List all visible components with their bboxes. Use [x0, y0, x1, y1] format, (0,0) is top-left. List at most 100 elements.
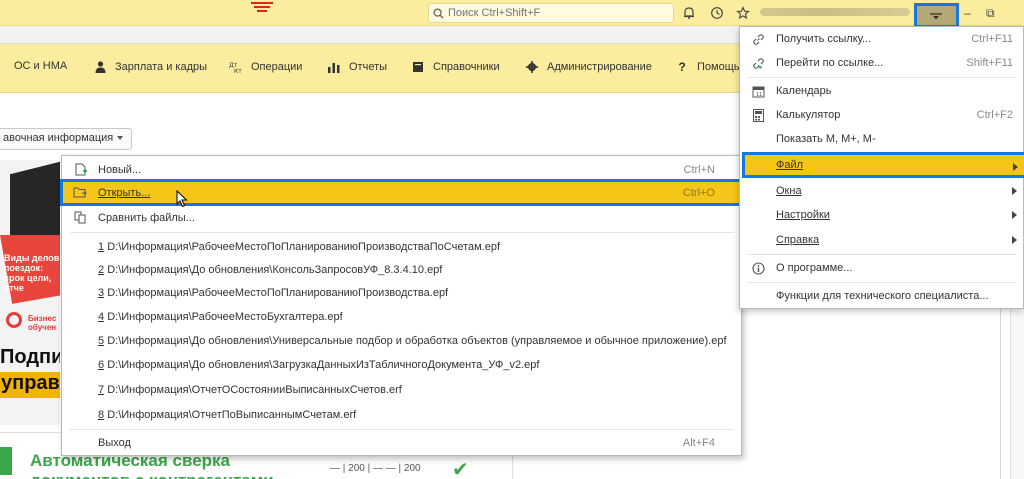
menu-item-calendar[interactable]: 11 Календарь [740, 79, 1023, 103]
promo-headline: Подпи [0, 346, 60, 372]
history-icon[interactable] [708, 4, 726, 22]
section-label: Отчеты [349, 61, 388, 73]
submenu-arrow-icon [1012, 187, 1017, 195]
recent-file-path: D:\Информация\ОтчетПоВыписаннымСчетам.er… [107, 408, 357, 421]
svg-text:11: 11 [756, 92, 762, 98]
menu-item-go-link[interactable]: Перейти по ссылке... Shift+F11 [740, 51, 1023, 75]
main-menu-panel: Получить ссылку... Ctrl+F11 Перейти по с… [739, 26, 1024, 309]
section-catalogs[interactable]: Справочники [411, 60, 500, 74]
menu-item-calculator[interactable]: Калькулятор Ctrl+F2 [740, 103, 1023, 127]
menu-item-tech-functions[interactable]: Функции для технического специалиста... [740, 284, 1023, 308]
restore-button[interactable]: ⧉ [986, 6, 995, 21]
recent-file-item[interactable]: 8 D:\Информация\ОтчетПоВыписаннымСчетам.… [62, 403, 741, 426]
promo-logo-text: Бизнес обучен [28, 314, 57, 332]
bell-icon[interactable] [680, 4, 698, 22]
app-logo-icon [250, 0, 274, 12]
file-submenu: Новый... Ctrl+N Открыть... Ctrl+O Сравни… [60, 155, 743, 456]
minimize-button[interactable]: – [964, 6, 971, 20]
recent-file-item[interactable]: 1 D:\Информация\РабочееМестоПоПланирован… [62, 235, 741, 258]
menu-item-new[interactable]: Новый... Ctrl+N [62, 158, 741, 181]
menu-item-label: Калькулятор [776, 109, 841, 121]
menu-separator [748, 282, 1016, 283]
section-label: Помощь [697, 61, 740, 73]
menu-separator [70, 429, 734, 430]
shortcut-label: Ctrl+F2 [976, 109, 1013, 121]
promo-logo-icon [6, 312, 22, 328]
recent-file-number: 7 [98, 383, 105, 396]
recent-file-number: 3 [98, 286, 105, 299]
menu-item-compare[interactable]: Сравнить файлы... [62, 206, 741, 229]
recent-file-path: D:\Информация\До обновления\КонсольЗапро… [107, 263, 443, 276]
section-label: Справочники [433, 61, 500, 73]
calendar-icon: 11 [750, 83, 766, 99]
global-search-box[interactable] [428, 3, 674, 23]
question-icon: ? [678, 60, 686, 74]
menu-item-label: Календарь [776, 85, 832, 97]
recent-file-item[interactable]: 3 D:\Информация\РабочееМестоПоПланирован… [62, 281, 741, 304]
recent-file-item[interactable]: 6 D:\Информация\До обновления\ЗагрузкаДа… [62, 353, 741, 376]
menu-item-label: Показать M, M+, M- [776, 133, 876, 145]
menu-item-help[interactable]: Справка [740, 228, 1023, 252]
calculator-icon [750, 107, 766, 123]
recent-file-path: D:\Информация\РабочееМестоПоПланированию… [107, 240, 501, 253]
menu-item-label: Справка [776, 234, 820, 246]
shortcut-label: Ctrl+O [682, 186, 715, 199]
menu-item-exit[interactable]: Выход Alt+F4 [62, 431, 741, 454]
promo-headline-text: Подпи [0, 346, 60, 368]
recent-file-item[interactable]: 7 D:\Информация\ОтчетОСостоянииВыписанны… [62, 378, 741, 401]
promo-red-text: Виды делов поездок: срок цели, отче [4, 253, 60, 293]
caret-down-icon [117, 136, 124, 141]
menu-item-windows[interactable]: Окна [740, 179, 1023, 203]
info-dropdown[interactable]: авочная информация [0, 128, 133, 150]
section-salary[interactable]: Зарплата и кадры [93, 60, 207, 74]
menu-item-label: Получить ссылку... [776, 33, 872, 45]
menu-item-label: Сравнить файлы... [98, 211, 195, 224]
mouse-cursor-icon [176, 190, 188, 208]
section-help[interactable]: ? Помощь [675, 60, 740, 74]
recent-file-number: 2 [98, 263, 105, 276]
book-icon [411, 60, 425, 74]
search-icon [433, 7, 444, 19]
recent-file-item[interactable]: 2 D:\Информация\До обновления\КонсольЗап… [62, 258, 741, 281]
debit-credit-icon: Дт Кт [229, 60, 243, 74]
recent-file-number: 1 [98, 240, 105, 253]
recent-file-number: 8 [98, 408, 105, 421]
section-os-nma[interactable]: ОС и НМА [14, 60, 67, 72]
person-icon [93, 60, 107, 74]
section-label: Зарплата и кадры [115, 61, 208, 73]
recent-file-number: 5 [98, 334, 105, 347]
menu-item-settings[interactable]: Настройки [740, 203, 1023, 227]
dropdown-label: авочная информация [3, 132, 114, 144]
menu-item-get-link[interactable]: Получить ссылку... Ctrl+F11 [740, 27, 1023, 51]
menu-item-label: Новый... [98, 163, 142, 176]
menu-item-label: О программе... [776, 262, 853, 274]
section-reports[interactable]: Отчеты [327, 60, 387, 74]
recent-file-item[interactable]: 5 D:\Информация\До обновления\Универсаль… [62, 329, 741, 352]
submenu-arrow-icon [1013, 163, 1018, 171]
section-admin[interactable]: Администрирование [525, 60, 652, 74]
search-input[interactable] [448, 7, 668, 19]
recent-file-item[interactable]: 4 D:\Информация\РабочееМестоБухгалтера.e… [62, 305, 741, 328]
menu-item-show-m[interactable]: Показать M, M+, M- [740, 127, 1023, 151]
compare-files-icon [72, 210, 88, 226]
menu-item-about[interactable]: О программе... [740, 256, 1023, 280]
shortcut-label: Ctrl+N [683, 163, 715, 176]
promo-red-block: Виды делов поездок: срок цели, отче [0, 235, 60, 305]
section-label: ОС и НМА [14, 60, 68, 72]
menu-item-open[interactable]: Открыть... Ctrl+O [60, 179, 743, 206]
section-label: Операции [251, 61, 303, 73]
shortcut-label: Shift+F11 [966, 57, 1013, 69]
open-folder-icon [72, 185, 88, 201]
favorites-star-icon[interactable] [734, 4, 752, 22]
right-panel [740, 300, 1024, 479]
check-icon: ✔ [452, 459, 469, 479]
section-operations[interactable]: Дт Кт Операции [229, 60, 302, 74]
right-scrollbar[interactable] [1010, 300, 1024, 479]
promo-green-icon [0, 447, 12, 475]
recent-file-number: 4 [98, 310, 105, 323]
menu-item-label: Окна [776, 185, 802, 197]
menu-item-label: Перейти по ссылке... [776, 57, 884, 69]
menu-item-file[interactable]: Файл [742, 152, 1024, 178]
new-file-icon [72, 162, 88, 178]
main-menu-button[interactable] [914, 3, 959, 28]
